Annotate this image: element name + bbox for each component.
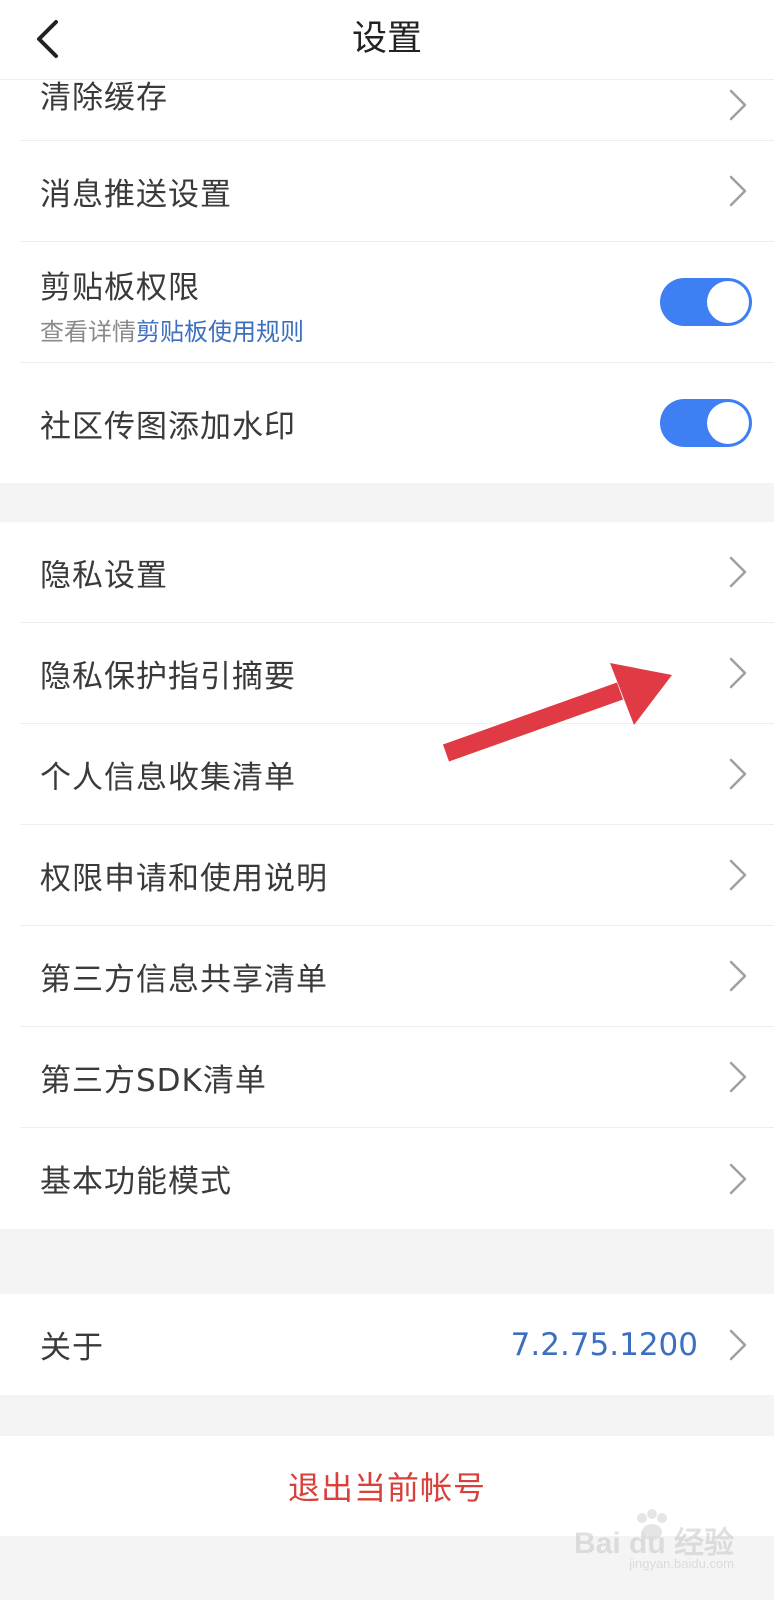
third-party-sdk-row[interactable]: 第三方SDK清单 — [20, 1027, 774, 1128]
settings-group-about: 关于 7.2.75.1200 — [0, 1294, 774, 1395]
nav-header: 设置 — [0, 0, 774, 80]
row-label: 权限申请和使用说明 — [40, 860, 328, 897]
chevron-right-icon — [726, 1162, 750, 1196]
watermark-toggle[interactable] — [660, 399, 752, 447]
permission-usage-row[interactable]: 权限申请和使用说明 — [20, 825, 774, 926]
chevron-right-icon — [726, 858, 750, 892]
baidu-jingyan-watermark: Bai du 经验 jingyan.baidu.com — [564, 1508, 734, 1578]
row-label: 隐私设置 — [40, 557, 168, 594]
chevron-right-icon — [726, 656, 750, 690]
clipboard-permission-row: 剪贴板权限 查看详情剪贴板使用规则 — [20, 242, 774, 363]
row-label: 关于 — [40, 1330, 104, 1366]
settings-group-privacy: 隐私设置 隐私保护指引摘要 个人信息收集清单 权限申请和使用说明 第三方信息共享… — [0, 522, 774, 1229]
chevron-right-icon — [726, 1060, 750, 1094]
toggle-knob — [707, 402, 749, 444]
row-label: 消息推送设置 — [40, 176, 232, 213]
row-label: 第三方SDK清单 — [40, 1062, 267, 1099]
basic-mode-row[interactable]: 基本功能模式 — [20, 1128, 774, 1229]
about-row[interactable]: 关于 7.2.75.1200 — [20, 1294, 774, 1395]
clipboard-rules-link[interactable]: 剪贴板使用规则 — [136, 318, 304, 346]
watermark-row: 社区传图添加水印 — [20, 363, 774, 483]
settings-group-general: 清除缓存 消息推送设置 剪贴板权限 查看详情剪贴板使用规则 社区传图添加水印 — [0, 40, 774, 483]
annotation-arrow-icon — [442, 663, 672, 762]
row-label: 基本功能模式 — [40, 1164, 232, 1200]
settings-page: 设置 清除缓存 消息推送设置 剪贴板权限 查看详情剪贴板使用规则 社区传图添加水 — [0, 0, 774, 1600]
chevron-right-icon — [726, 959, 750, 993]
chevron-right-icon — [726, 555, 750, 589]
subtitle-prefix: 查看详情 — [40, 318, 136, 346]
row-label: 隐私保护指引摘要 — [40, 658, 296, 695]
row-label: 个人信息收集清单 — [40, 759, 296, 796]
toggle-knob — [707, 281, 749, 323]
chevron-right-icon — [726, 88, 750, 122]
chevron-right-icon — [726, 1328, 750, 1362]
chevron-right-icon — [726, 757, 750, 791]
row-label: 社区传图添加水印 — [40, 408, 296, 445]
clipboard-permission-toggle[interactable] — [660, 278, 752, 326]
row-label: 剪贴板权限 — [40, 270, 200, 306]
third-party-sharing-row[interactable]: 第三方信息共享清单 — [20, 926, 774, 1027]
privacy-settings-row[interactable]: 隐私设置 — [20, 522, 774, 623]
row-subtitle: 查看详情剪贴板使用规则 — [40, 312, 304, 347]
push-settings-row[interactable]: 消息推送设置 — [20, 141, 774, 242]
page-title: 设置 — [351, 19, 422, 59]
row-label: 第三方信息共享清单 — [40, 961, 328, 998]
chevron-right-icon — [726, 174, 750, 208]
version-number: 7.2.75.1200 — [510, 1326, 698, 1363]
logout-label: 退出当前帐号 — [287, 1469, 486, 1507]
watermark-url: jingyan.baidu.com — [629, 1556, 734, 1571]
